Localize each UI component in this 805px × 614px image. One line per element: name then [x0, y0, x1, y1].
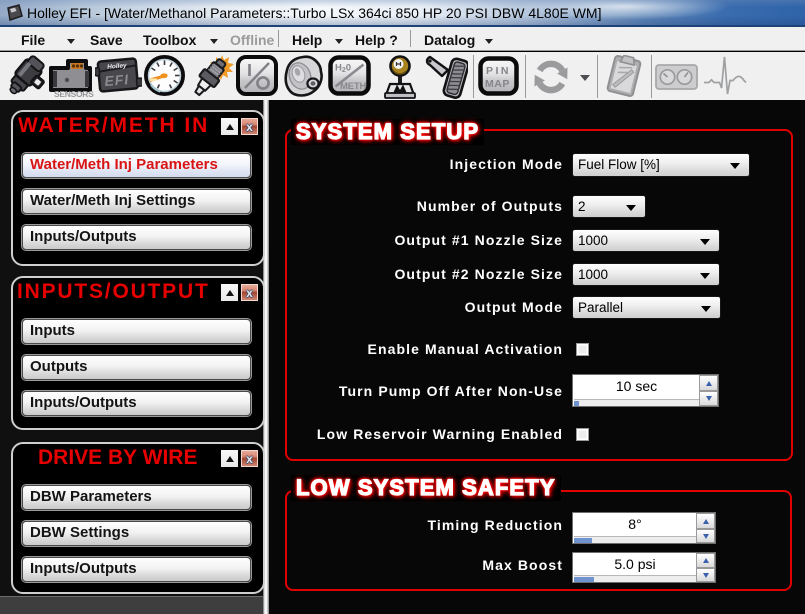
- svg-text:PIN: PIN: [486, 65, 511, 77]
- svg-text:METH: METH: [340, 81, 366, 92]
- svg-text:EFI: EFI: [104, 71, 130, 89]
- svg-text:SENSORS: SENSORS: [54, 89, 94, 99]
- svg-text:MAP: MAP: [485, 78, 510, 90]
